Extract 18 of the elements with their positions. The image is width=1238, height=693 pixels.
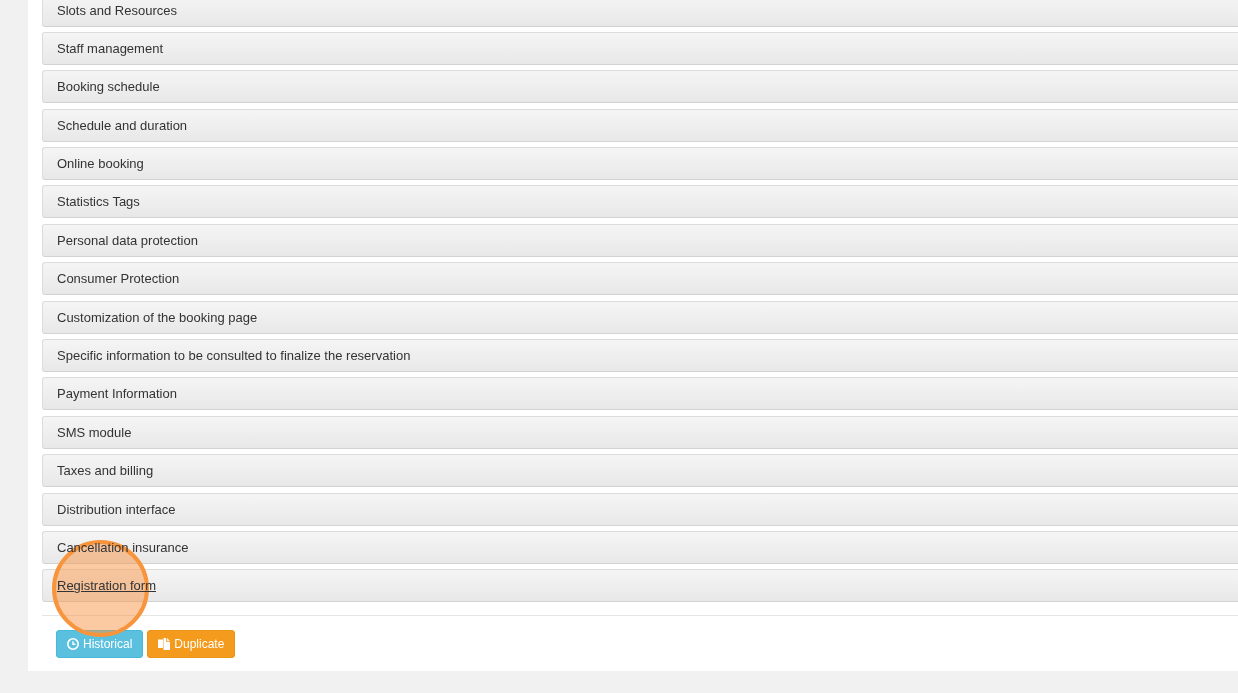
accordion-header[interactable]: SMS module: [42, 415, 1238, 449]
accordion-header[interactable]: Staff management: [42, 31, 1238, 65]
accordion-header[interactable]: Online booking: [42, 147, 1238, 181]
clock-icon: [67, 638, 79, 651]
accordion-header[interactable]: Schedule and duration: [42, 108, 1238, 142]
accordion-header[interactable]: Registration form: [42, 569, 1238, 603]
copy-icon: [158, 638, 171, 651]
accordion-header[interactable]: Slots and Resources: [42, 0, 1238, 27]
accordion-header[interactable]: Cancellation insurance: [42, 530, 1238, 564]
accordion-header[interactable]: Taxes and billing: [42, 454, 1238, 488]
accordion-header[interactable]: Booking schedule: [42, 70, 1238, 104]
accordion-header[interactable]: Personal data protection: [42, 223, 1238, 257]
accordion-header[interactable]: Specific information to be consulted to finalize the reservation: [42, 339, 1238, 372]
accordion-header[interactable]: Statistics Tags: [42, 185, 1238, 219]
accordion-header[interactable]: Customization of the booking page: [42, 300, 1238, 334]
accordion-header[interactable]: Consumer Protection: [42, 262, 1238, 296]
accordion-header[interactable]: Distribution interface: [42, 492, 1238, 526]
accordion-header[interactable]: Payment Information: [42, 377, 1238, 411]
